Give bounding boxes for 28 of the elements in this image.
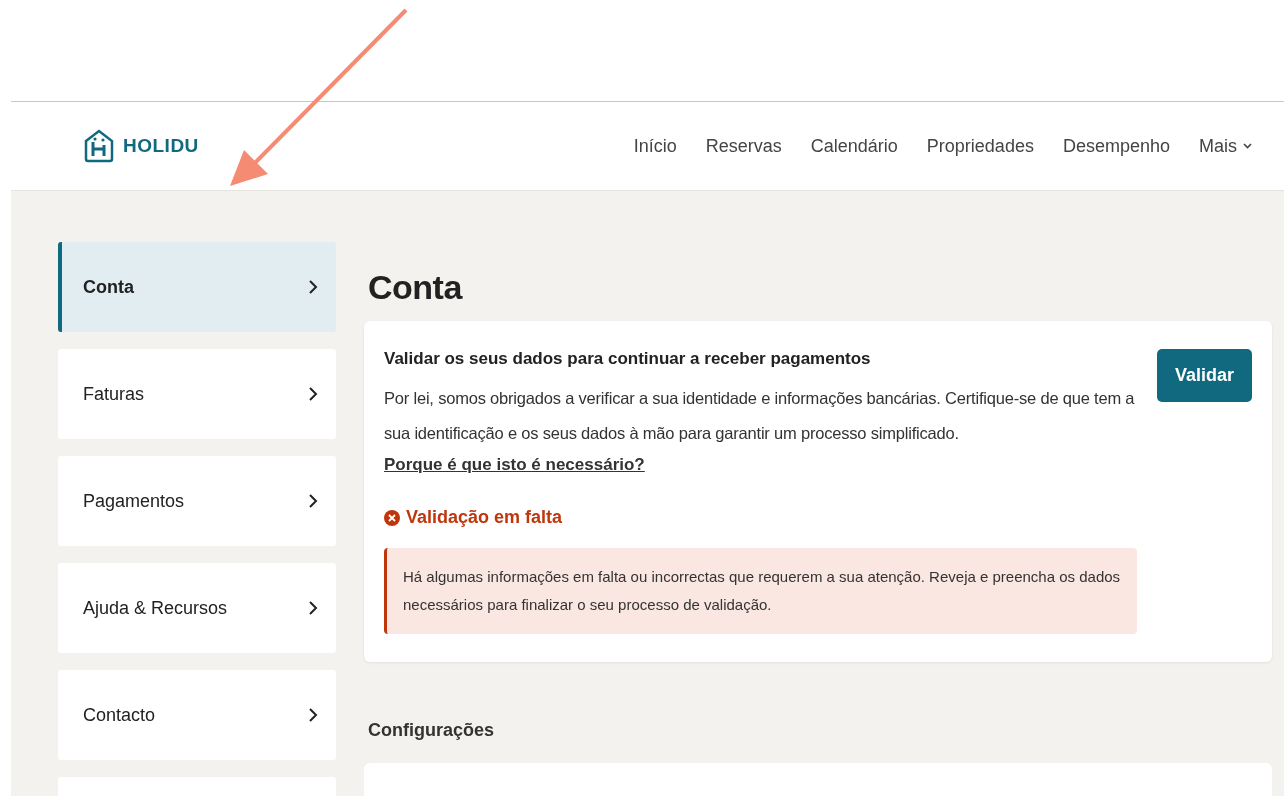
- page-title: Conta: [368, 268, 464, 307]
- error-icon: [384, 509, 400, 526]
- status-text: Validação em falta: [406, 507, 563, 528]
- help-link[interactable]: Porque é que isto é necessário?: [384, 451, 645, 479]
- alert-message: Há algumas informações em falta ou incorrectas que requerem a sua atenção. Reveja e preencha os dados necessários para finalizar o seu processo de validação.: [384, 548, 1137, 634]
- logo-wordmark: HOLIDU: [123, 135, 199, 157]
- nav-link[interactable]: Propriedades: [926, 135, 1034, 157]
- nav-dropdown[interactable]: Mais: [1199, 135, 1252, 157]
- section-title: Configurações: [368, 720, 496, 741]
- sidebar-item[interactable]: Ajuda & Recursos: [58, 563, 336, 653]
- sidebar-item[interactable]: Contacto: [58, 670, 336, 760]
- house-logo-icon: [83, 128, 115, 164]
- card-description: Por lei, somos obrigados a verificar a sua identidade e informações bancárias. Certifique-se de que tem a sua identificação e os seus dados à mão para garantir um processo simplificado.: [384, 388, 1136, 444]
- nav-link[interactable]: Reservas: [705, 135, 782, 157]
- sidebar-item[interactable]: Conta: [58, 242, 336, 332]
- chevron-right-icon: [308, 493, 318, 509]
- chevron-right-icon: [308, 279, 318, 295]
- card-heading: Validar os seus dados para continuar a receber pagamentos: [384, 349, 872, 369]
- nav-link[interactable]: Início: [633, 135, 677, 157]
- nav-link[interactable]: Calendário: [810, 135, 898, 157]
- chevron-down-icon: [1243, 143, 1252, 149]
- chevron-right-icon: [308, 707, 318, 723]
- sidebar-item[interactable]: Faturas: [58, 349, 336, 439]
- chevron-right-icon: [308, 600, 318, 616]
- sidebar-item[interactable]: Pagamentos: [58, 456, 336, 546]
- chevron-right-icon: [308, 386, 318, 402]
- nav-link[interactable]: Desempenho: [1062, 135, 1170, 157]
- validate-button[interactable]: Validar: [1156, 349, 1252, 402]
